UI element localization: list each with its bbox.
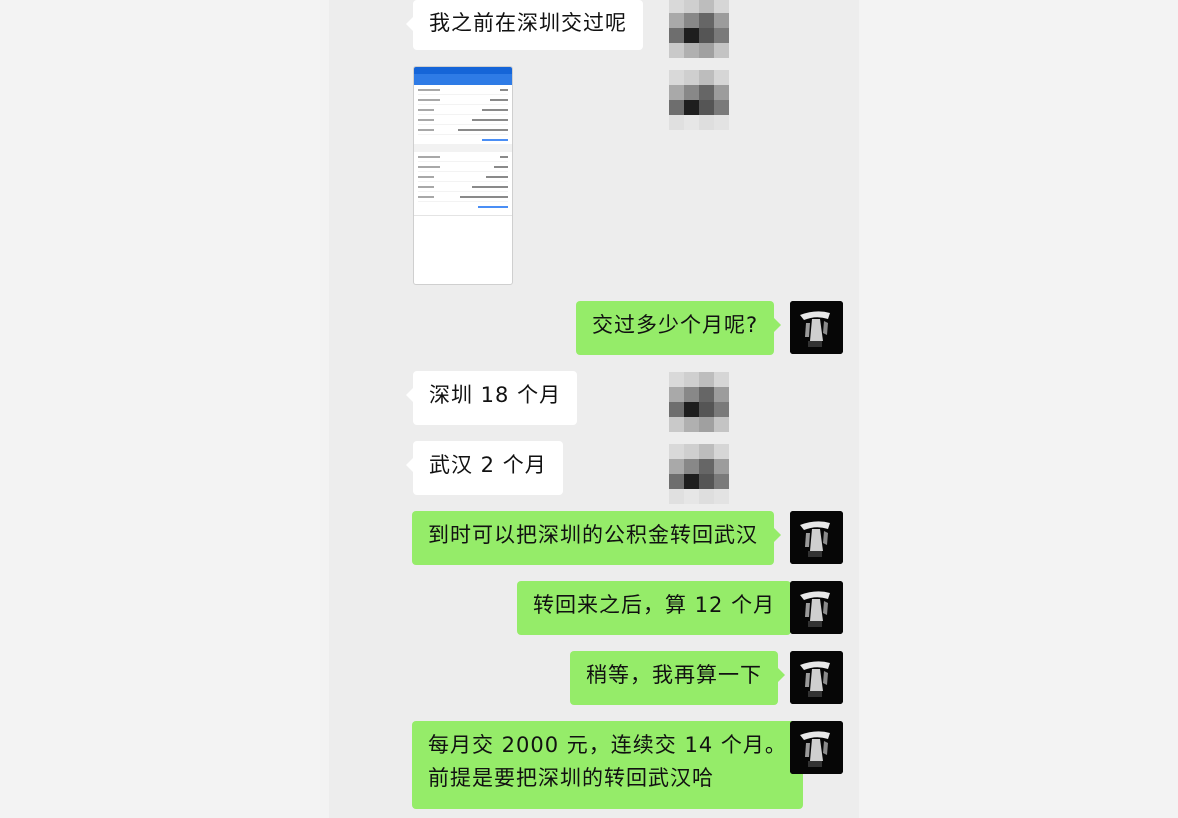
message-bubble-incoming[interactable]: 我之前在深圳交过呢 bbox=[406, 0, 643, 50]
message-text: 到时可以把深圳的公积金转回武汉 bbox=[428, 523, 758, 547]
self-avatar[interactable] bbox=[790, 721, 843, 774]
dark-photo-avatar-icon bbox=[790, 581, 843, 634]
message-bubble-outgoing[interactable]: 到时可以把深圳的公积金转回武汉 bbox=[412, 511, 781, 565]
contact-avatar[interactable] bbox=[669, 0, 729, 58]
message-text: 稍等，我再算一下 bbox=[586, 663, 762, 687]
self-avatar[interactable] bbox=[790, 301, 843, 354]
message-text: 前提是要把深圳的转回武汉哈 bbox=[428, 766, 714, 790]
message-bubble-outgoing[interactable]: 交过多少个月呢? bbox=[576, 301, 782, 355]
contact-avatar[interactable] bbox=[669, 70, 729, 130]
message-bubble-outgoing[interactable]: 每月交 2000 元，连续交 14 个月。 前提是要把深圳的转回武汉哈 bbox=[412, 721, 810, 809]
self-avatar[interactable] bbox=[790, 511, 843, 564]
self-avatar[interactable] bbox=[790, 651, 843, 704]
message-text: 我之前在深圳交过呢 bbox=[429, 11, 627, 35]
contact-avatar[interactable] bbox=[669, 372, 729, 432]
message-bubble-incoming[interactable]: 武汉 2 个月 bbox=[406, 441, 563, 495]
dark-photo-avatar-icon bbox=[790, 721, 843, 774]
self-avatar[interactable] bbox=[790, 581, 843, 634]
message-bubble-outgoing[interactable]: 稍等，我再算一下 bbox=[570, 651, 785, 705]
message-text: 武汉 2 个月 bbox=[429, 453, 547, 477]
message-text: 转回来之后，算 12 个月 bbox=[533, 593, 776, 617]
message-text: 交过多少个月呢? bbox=[592, 313, 759, 337]
dark-photo-avatar-icon bbox=[790, 301, 843, 354]
screenshot-status-bar bbox=[414, 67, 512, 74]
dark-photo-avatar-icon bbox=[790, 651, 843, 704]
screenshot-image-message[interactable] bbox=[413, 66, 513, 285]
contact-avatar[interactable] bbox=[669, 444, 729, 504]
message-bubble-incoming[interactable]: 深圳 18 个月 bbox=[405, 371, 578, 425]
message-text: 每月交 2000 元，连续交 14 个月。 bbox=[428, 733, 787, 757]
dark-photo-avatar-icon bbox=[790, 511, 843, 564]
screenshot-header bbox=[414, 74, 512, 85]
message-text: 深圳 18 个月 bbox=[429, 383, 562, 407]
message-bubble-outgoing[interactable]: 转回来之后，算 12 个月 bbox=[517, 581, 799, 635]
